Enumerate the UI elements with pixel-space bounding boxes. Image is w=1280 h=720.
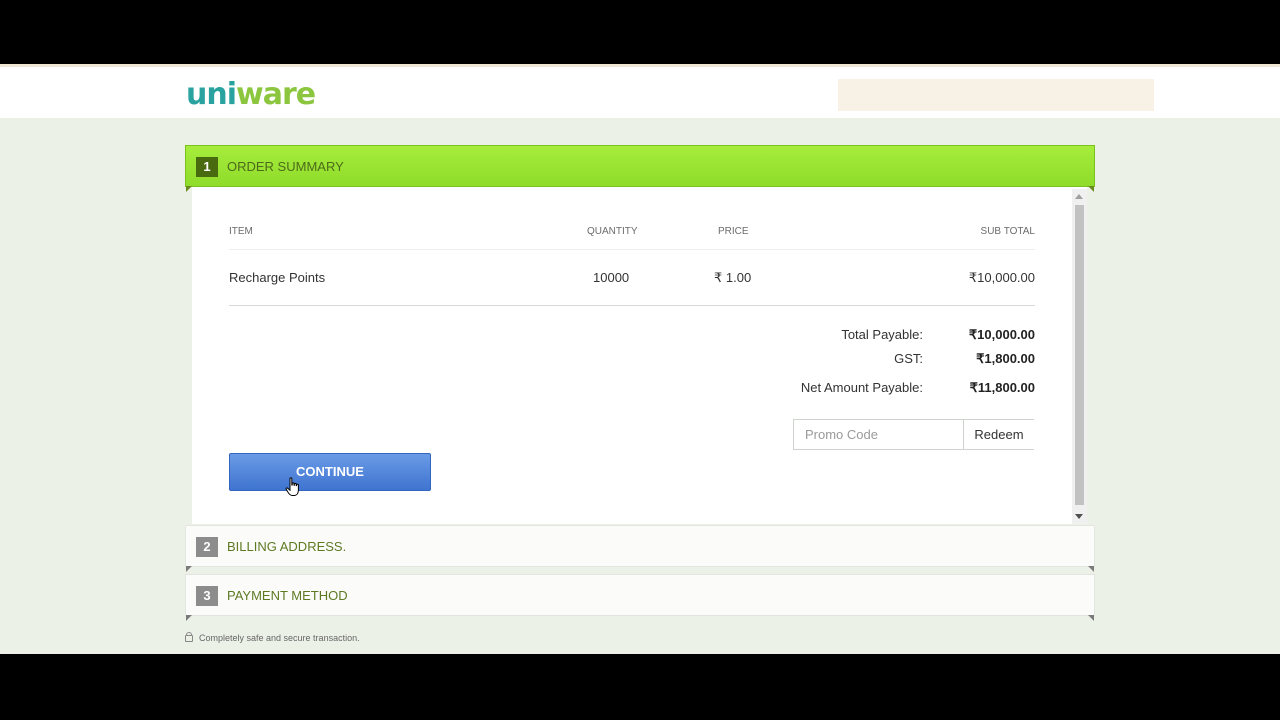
ribbon-corner-right [1088, 186, 1094, 192]
step-number-badge: 2 [196, 537, 218, 557]
cell-item: Recharge Points [229, 270, 326, 285]
vertical-scrollbar[interactable] [1072, 189, 1087, 524]
net-amount-label: Net Amount Payable: [800, 380, 923, 395]
column-header-item: ITEM [229, 226, 253, 237]
ribbon-corner-right [1088, 615, 1094, 621]
continue-button[interactable]: CONTINUE [229, 453, 431, 491]
cell-quantity: 10000 [593, 270, 630, 285]
secure-text: Completely safe and secure transaction. [199, 633, 360, 643]
step-title: ORDER SUMMARY [227, 159, 344, 174]
step-title: PAYMENT METHOD [227, 588, 348, 603]
column-header-price: PRICE [718, 226, 749, 237]
gst-label: GST: [894, 351, 923, 366]
scrollbar-thumb[interactable] [1075, 205, 1084, 505]
ribbon-corner-left [186, 566, 192, 572]
promo-code-input[interactable] [794, 420, 962, 449]
checkout-page: uniware 1 ORDER SUMMARY ITEM QUANTITY PR… [0, 64, 1280, 654]
cell-subtotal: ₹10,000.00 [968, 270, 1035, 285]
logo-text-part1: uni [186, 77, 237, 112]
header-banner [838, 79, 1154, 111]
total-payable-value: ₹10,000.00 [968, 327, 1035, 342]
hand-cursor-icon [285, 477, 299, 496]
order-summary-body: ITEM QUANTITY PRICE SUB TOTAL Recharge P… [192, 187, 1087, 524]
cell-price: ₹ 1.00 [714, 270, 752, 285]
column-header-subtotal: SUB TOTAL [980, 226, 1035, 237]
logo-text-part2: ware [236, 77, 316, 112]
step-number-badge: 3 [196, 586, 218, 606]
step-number-badge: 1 [196, 157, 218, 177]
secure-transaction-note: Completely safe and secure transaction. [185, 632, 360, 643]
step-billing-address-header[interactable]: 2 BILLING ADDRESS. [185, 525, 1095, 572]
scroll-up-arrow-icon[interactable] [1075, 194, 1083, 199]
step-title: BILLING ADDRESS. [227, 539, 347, 554]
step-payment-method-header[interactable]: 3 PAYMENT METHOD [185, 574, 1095, 621]
uniware-logo[interactable]: uniware [186, 77, 316, 112]
net-amount-value: ₹11,800.00 [969, 380, 1035, 395]
ribbon-corner-right [1088, 566, 1094, 572]
site-header: uniware [0, 64, 1280, 118]
lock-icon [185, 632, 193, 642]
total-payable-label: Total Payable: [841, 327, 923, 342]
redeem-button[interactable]: Redeem [963, 420, 1034, 449]
step-order-summary-header[interactable]: 1 ORDER SUMMARY [185, 145, 1095, 192]
scroll-down-arrow-icon[interactable] [1075, 514, 1083, 519]
row-divider [229, 305, 1035, 306]
ribbon-corner-left [186, 615, 192, 621]
promo-code-group: Redeem [793, 419, 1034, 450]
header-divider [229, 249, 1035, 250]
gst-value: ₹1,800.00 [976, 351, 1035, 366]
column-header-quantity: QUANTITY [587, 226, 638, 237]
